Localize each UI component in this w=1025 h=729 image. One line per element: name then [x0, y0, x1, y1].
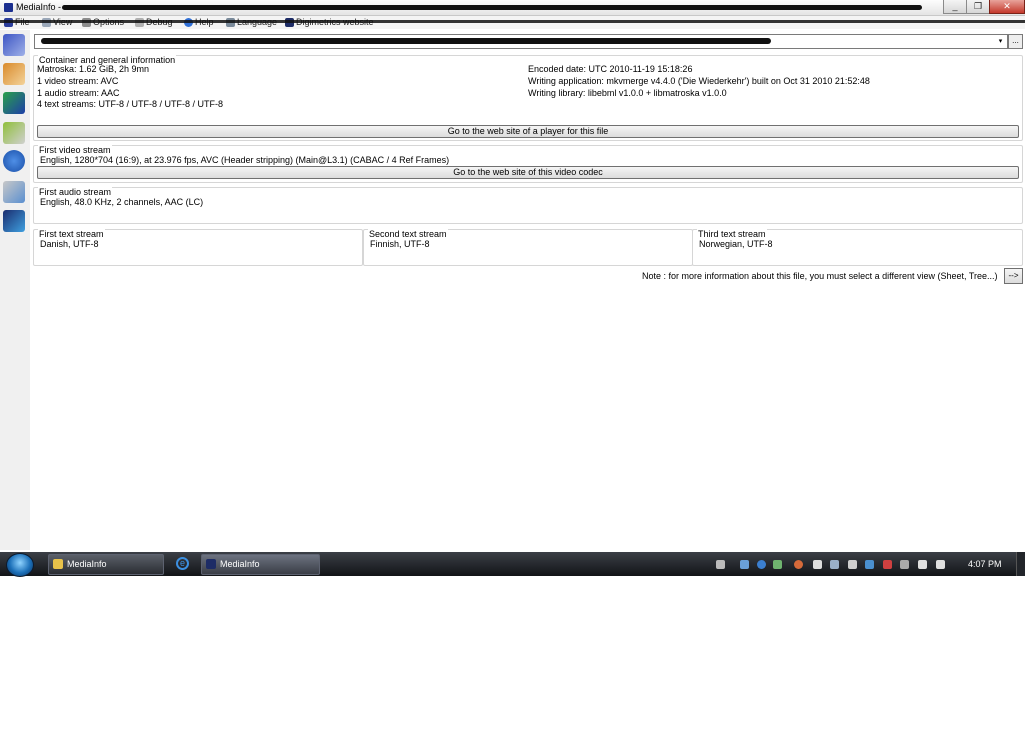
audio-stream-info: English, 48.0 KHz, 2 channels, AAC (LC) — [40, 197, 204, 207]
group-label: First text stream — [38, 229, 105, 239]
general-info-line: 4 text streams: UTF-8 / UTF-8 / UTF-8 / … — [37, 99, 224, 109]
digimetrics-icon[interactable] — [3, 210, 25, 232]
general-info-group: Container and general information Matros… — [33, 55, 1023, 141]
close-button[interactable]: ✕ — [989, 0, 1025, 14]
menu-redaction — [0, 20, 1025, 23]
audio-stream-group: First audio stream English, 48.0 KHz, 2 … — [33, 187, 1023, 224]
app-icon — [4, 3, 13, 12]
taskbar-button-mediainfo-app[interactable]: MediaInfo — [201, 554, 320, 575]
internet-explorer-icon[interactable]: e — [176, 557, 189, 570]
text-stream-group: Third text stream Norwegian, UTF-8 — [692, 229, 1023, 266]
text-stream-group: Second text stream Finnish, UTF-8 — [363, 229, 693, 266]
next-view-button[interactable]: --> — [1004, 268, 1023, 284]
title-redaction — [62, 5, 922, 10]
video-stream-group: First video stream English, 1280*704 (16… — [33, 145, 1023, 183]
export-icon[interactable] — [3, 92, 25, 114]
file-path-combo[interactable]: ▾ — [34, 34, 1008, 49]
start-button[interactable] — [6, 553, 34, 577]
tray-app-icon[interactable] — [918, 560, 927, 569]
taskbar-button-mediainfo-folder[interactable]: MediaInfo — [48, 554, 164, 575]
signal-icon[interactable] — [900, 560, 909, 569]
tray-app-icon[interactable] — [848, 560, 857, 569]
tray-app-icon[interactable] — [773, 560, 782, 569]
group-label: Third text stream — [697, 229, 767, 239]
video-stream-info: English, 1280*704 (16:9), at 23.976 fps,… — [40, 155, 450, 165]
preferences-icon[interactable] — [3, 122, 25, 144]
group-label: First audio stream — [38, 187, 113, 197]
general-info-line: Encoded date: UTC 2010-11-19 15:18:26 — [528, 64, 693, 74]
tray-app-icon[interactable] — [757, 560, 766, 569]
text-stream-group: First text stream Danish, UTF-8 — [33, 229, 363, 266]
window-title: MediaInfo - — [16, 2, 62, 12]
flag-icon[interactable] — [813, 560, 822, 569]
maximize-button[interactable]: ❐ — [966, 0, 990, 14]
taskbar-button-label: MediaInfo — [220, 559, 260, 569]
player-website-button[interactable]: Go to the web site of a player for this … — [37, 125, 1019, 138]
title-bar: MediaInfo - _ ❐ ✕ — [0, 0, 1025, 16]
general-info-line: Writing library: libebml v1.0.0 + libmat… — [528, 88, 727, 98]
general-info-line: Matroska: 1.62 GiB, 2h 9mn — [37, 64, 150, 74]
clock[interactable]: 4:07 PM — [968, 559, 1002, 569]
tray-app-icon[interactable] — [883, 560, 892, 569]
group-label: First video stream — [38, 145, 112, 155]
volume-icon[interactable] — [936, 560, 945, 569]
taskbar-button-label: MediaInfo — [67, 559, 107, 569]
keyboard-icon[interactable] — [716, 560, 725, 569]
info-icon[interactable] — [3, 150, 25, 172]
tray-app-icon[interactable] — [865, 560, 874, 569]
taskbar: MediaInfo e MediaInfo 4:07 PM — [0, 552, 1025, 577]
video-codec-website-button[interactable]: Go to the web site of this video codec — [37, 166, 1019, 179]
mediainfo-icon — [206, 559, 216, 569]
open-folder-icon[interactable] — [3, 63, 25, 85]
minimize-button[interactable]: _ — [943, 0, 967, 14]
general-info-line: Writing application: mkvmerge v4.4.0 ('D… — [528, 76, 870, 86]
group-label: Second text stream — [368, 229, 448, 239]
path-redaction — [41, 38, 771, 44]
tray-app-icon[interactable] — [740, 560, 749, 569]
tray-app-icon[interactable] — [794, 560, 803, 569]
left-toolbar — [0, 30, 30, 550]
menu-bar: File View Options Debug Help Language Di… — [0, 16, 1025, 29]
general-info-line: 1 audio stream: AAC — [37, 88, 120, 98]
show-desktop-button[interactable] — [1016, 552, 1025, 576]
text-stream-info: Danish, UTF-8 — [40, 239, 99, 249]
view-note: Note : for more information about this f… — [642, 271, 998, 281]
text-stream-info: Norwegian, UTF-8 — [699, 239, 773, 249]
text-stream-info: Finnish, UTF-8 — [370, 239, 430, 249]
copy-icon[interactable] — [3, 181, 25, 203]
browse-button[interactable]: ... — [1008, 34, 1023, 49]
folder-icon — [53, 559, 63, 569]
network-icon[interactable] — [830, 560, 839, 569]
open-file-icon[interactable] — [3, 34, 25, 56]
general-info-line: 1 video stream: AVC — [37, 76, 119, 86]
chevron-down-icon[interactable]: ▾ — [995, 35, 1006, 48]
